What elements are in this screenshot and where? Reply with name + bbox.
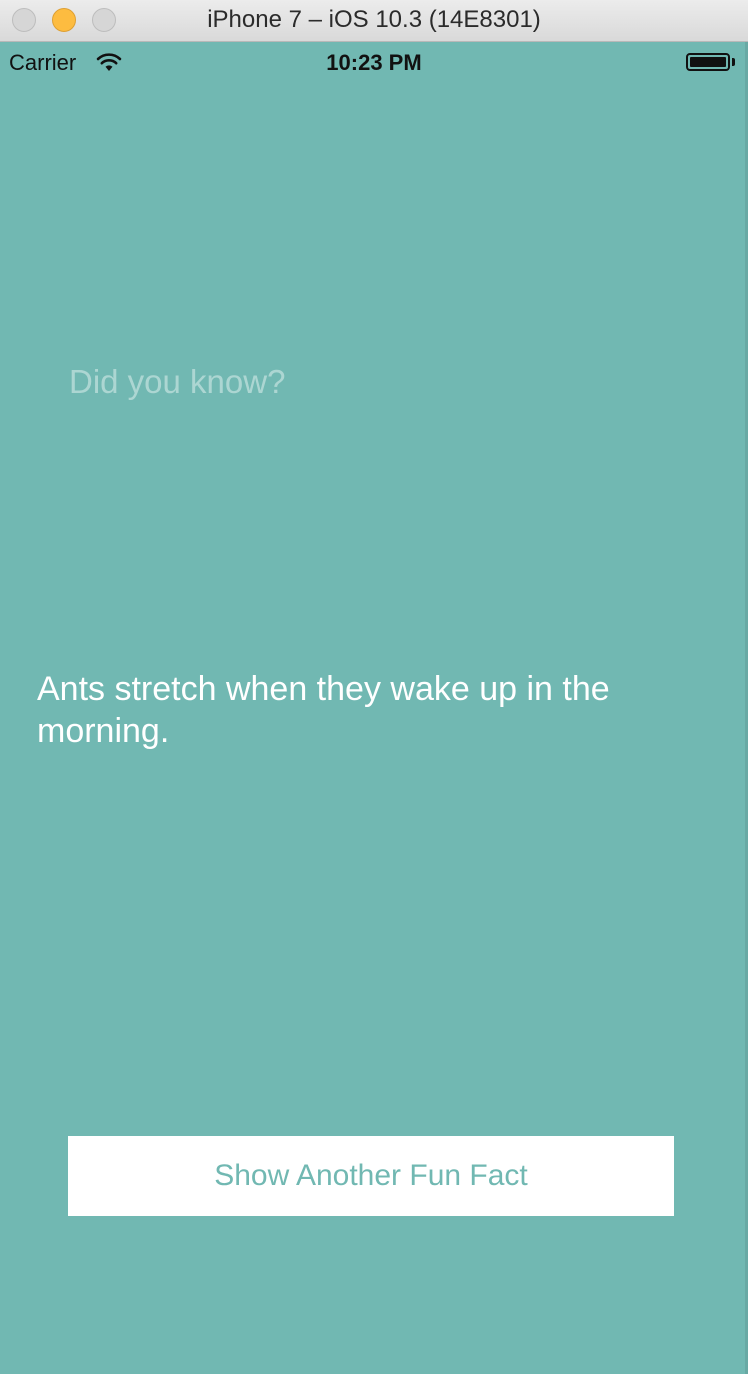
window-title: iPhone 7 – iOS 10.3 (14E8301) [207,6,541,33]
battery-level [690,57,726,67]
status-time: 10:23 PM [326,50,422,75]
window-titlebar: iPhone 7 – iOS 10.3 (14E8301) [0,0,748,42]
ios-status-bar: Carrier 10:23 PM [0,42,748,82]
battery-tip [732,58,735,66]
battery-icon [686,53,730,71]
did-you-know-label: Did you know? [69,363,286,400]
show-another-fun-fact-button[interactable]: Show Another Fun Fact [68,1136,674,1216]
simulator-window: iPhone 7 – iOS 10.3 (14E8301) Carrier 10… [0,0,748,1374]
fun-fact-label: Ants stretch when they wake up in the mo… [37,670,610,750]
